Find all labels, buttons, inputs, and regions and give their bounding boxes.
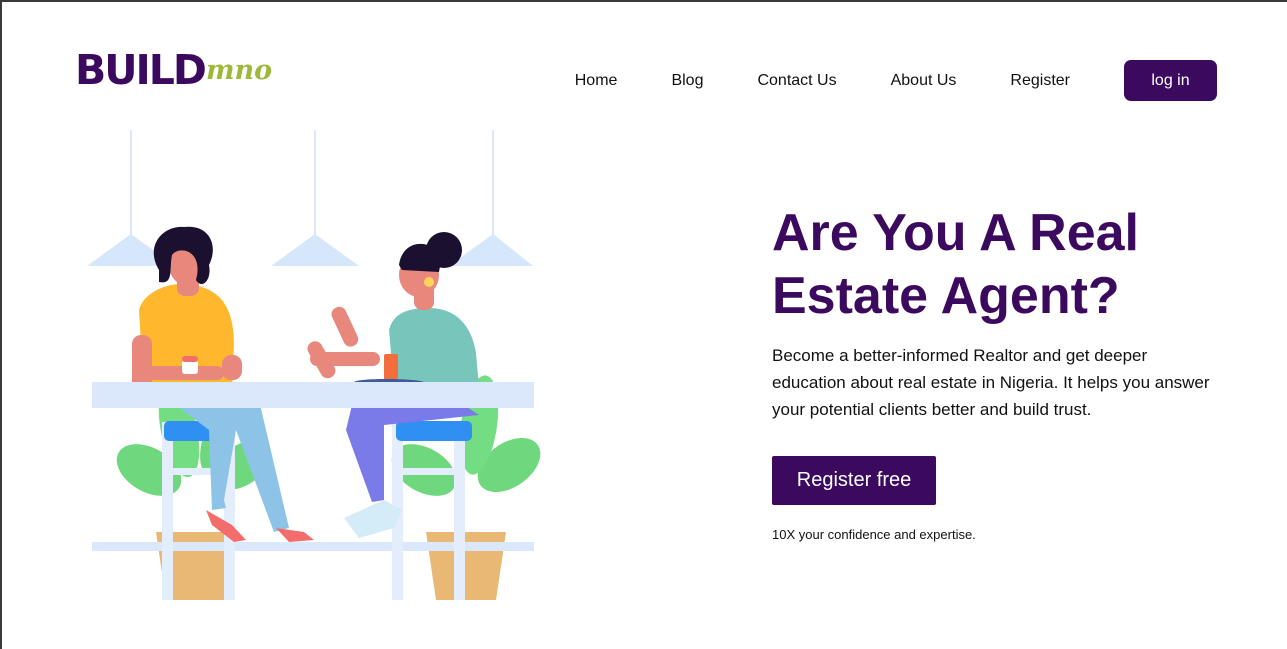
nav-link-home[interactable]: Home <box>575 61 618 101</box>
brand-logo[interactable]: BUILD mno <box>75 48 272 92</box>
hero-tagline: 10X your confidence and expertise. <box>772 527 976 542</box>
hero-title: Are You A Real Estate Agent? <box>772 204 1139 325</box>
brand-logo-main: BUILD <box>75 46 207 94</box>
nav-link-register[interactable]: Register <box>1010 61 1070 101</box>
main-nav: Home Blog Contact Us About Us Register l… <box>575 60 1217 101</box>
nav-link-blog[interactable]: Blog <box>671 61 703 101</box>
brand-logo-sub: mno <box>205 55 273 86</box>
floor-rail <box>92 542 534 551</box>
hero-illustration <box>87 130 541 600</box>
hero-section: Are You A Real Estate Agent? Become a be… <box>772 202 1212 542</box>
register-free-button[interactable]: Register free <box>772 456 936 505</box>
hero-description: Become a better-informed Realtor and get… <box>772 346 1210 419</box>
login-button[interactable]: log in <box>1124 60 1217 101</box>
pendant-lamps <box>87 130 533 266</box>
nav-link-contact-us[interactable]: Contact Us <box>757 61 836 101</box>
bar-table <box>92 379 534 408</box>
nav-link-about-us[interactable]: About Us <box>891 61 957 101</box>
